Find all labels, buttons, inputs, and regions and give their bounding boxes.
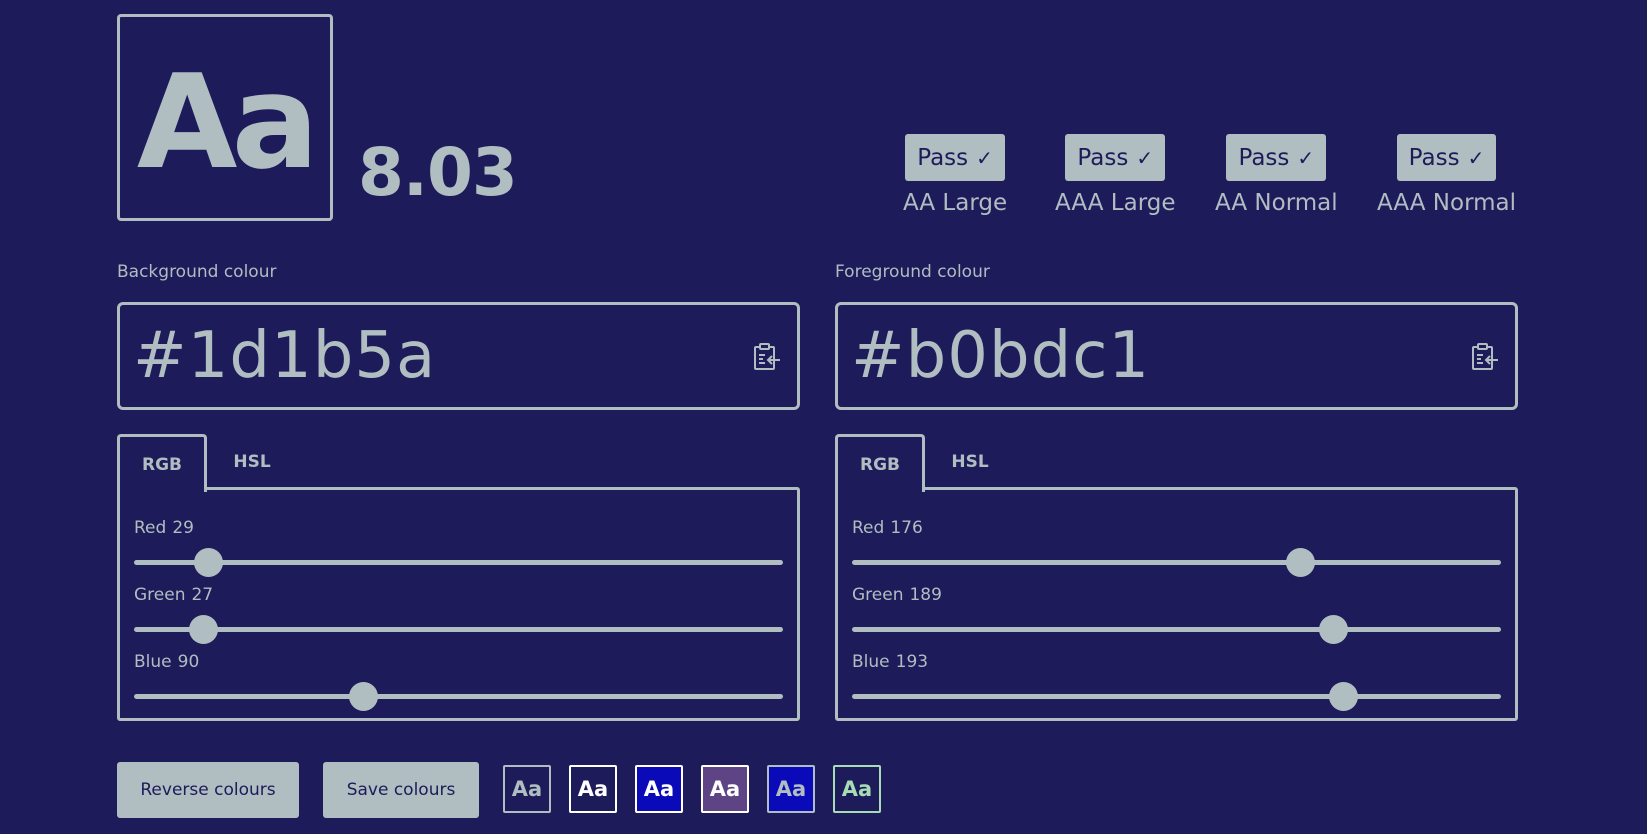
pass-badge: Pass ✓ — [905, 134, 1005, 181]
slider-label: Blue 90 — [134, 652, 200, 672]
background-colour-panel: Background colour RGB HSL Red29 G — [117, 262, 800, 721]
reverse-colours-button[interactable]: Reverse colours — [117, 762, 299, 818]
saved-swatch[interactable]: Aa — [569, 765, 617, 813]
green-slider-track[interactable] — [852, 627, 1501, 632]
check-icon: ✓ — [1297, 145, 1315, 170]
foreground-hex-box — [835, 302, 1518, 410]
green-slider-thumb[interactable] — [188, 615, 218, 644]
red-slider-row: Red 176 — [852, 518, 1501, 578]
red-slider-track[interactable] — [852, 560, 1501, 565]
slider-label: Red 176 — [852, 518, 923, 538]
background-tabs: RGB HSL — [117, 434, 800, 492]
green-slider-row: Green 27 — [134, 585, 783, 645]
green-slider-track[interactable] — [134, 627, 783, 632]
check-label: AA Normal — [1215, 190, 1338, 216]
slider-label: Blue 193 — [852, 652, 929, 672]
saved-swatch[interactable]: Aa — [503, 765, 551, 813]
foreground-tabs: RGB HSL — [835, 434, 1518, 492]
saved-swatch[interactable]: Aa — [635, 765, 683, 813]
blue-slider-track[interactable] — [134, 694, 783, 699]
background-hex-box — [117, 302, 800, 410]
background-colour-label: Background colour — [117, 262, 277, 282]
check-aa-normal: Pass ✓ AA Normal — [1215, 134, 1338, 216]
paste-icon[interactable] — [1469, 341, 1501, 373]
blue-slider-track[interactable] — [852, 694, 1501, 699]
check-icon: ✓ — [1136, 145, 1154, 170]
red-slider-thumb[interactable] — [1285, 548, 1315, 577]
tab-hsl[interactable]: HSL — [207, 434, 297, 490]
foreground-colour-label: Foreground colour — [835, 262, 990, 282]
background-hex-input[interactable] — [120, 319, 680, 393]
check-label: AAA Normal — [1377, 190, 1517, 216]
check-label: AAA Large — [1055, 190, 1176, 216]
contrast-checker: Aa 8.03 Pass ✓ AA Large Pass ✓ AAA Large P… — [0, 0, 1647, 834]
slider-label: Green 27 — [134, 585, 214, 605]
paste-icon[interactable] — [751, 341, 783, 373]
foreground-sliders: Red 176 Green 189 Blue 193 — [835, 487, 1518, 721]
slider-label: Green 189 — [852, 585, 942, 605]
pass-badge: Pass ✓ — [1226, 134, 1327, 181]
check-aaa-normal: Pass ✓ AAA Normal — [1377, 134, 1516, 216]
saved-swatch[interactable]: Aa — [833, 765, 881, 813]
foreground-hex-input[interactable] — [838, 319, 1398, 393]
green-slider-row: Green 189 — [852, 585, 1501, 645]
wcag-checks: Pass ✓ AA Large Pass ✓ AAA Large Pass ✓ AA … — [0, 134, 1647, 224]
check-icon: ✓ — [1467, 145, 1485, 170]
check-aa-large: Pass ✓ AA Large — [903, 134, 1007, 216]
check-aaa-large: Pass ✓ AAA Large — [1055, 134, 1176, 216]
red-slider-track[interactable] — [134, 560, 783, 565]
background-sliders: Red 29 Green 27 Blue 90 — [117, 487, 800, 721]
pass-badge: Pass ✓ — [1396, 134, 1497, 181]
red-slider-thumb[interactable] — [193, 548, 223, 577]
foreground-colour-panel: Foreground colour RGB HSL Red176 — [835, 262, 1518, 721]
pass-badge: Pass ✓ — [1065, 134, 1166, 181]
green-slider-thumb[interactable] — [1319, 615, 1349, 644]
red-slider-row: Red 29 — [134, 518, 783, 578]
check-label: AA Large — [903, 190, 1008, 216]
blue-slider-thumb[interactable] — [1329, 682, 1359, 711]
save-colours-button[interactable]: Save colours — [323, 762, 479, 818]
check-icon: ✓ — [976, 145, 993, 170]
tab-hsl[interactable]: HSL — [925, 434, 1015, 490]
tab-rgb[interactable]: RGB — [117, 434, 207, 492]
slider-label: Red 29 — [134, 518, 194, 538]
blue-slider-row: Blue 90 — [134, 652, 783, 712]
saved-swatch[interactable]: Aa — [701, 765, 749, 813]
blue-slider-thumb[interactable] — [349, 682, 379, 711]
tab-rgb[interactable]: RGB — [835, 434, 925, 492]
saved-swatch[interactable]: Aa — [767, 765, 815, 813]
blue-slider-row: Blue 193 — [852, 652, 1501, 712]
